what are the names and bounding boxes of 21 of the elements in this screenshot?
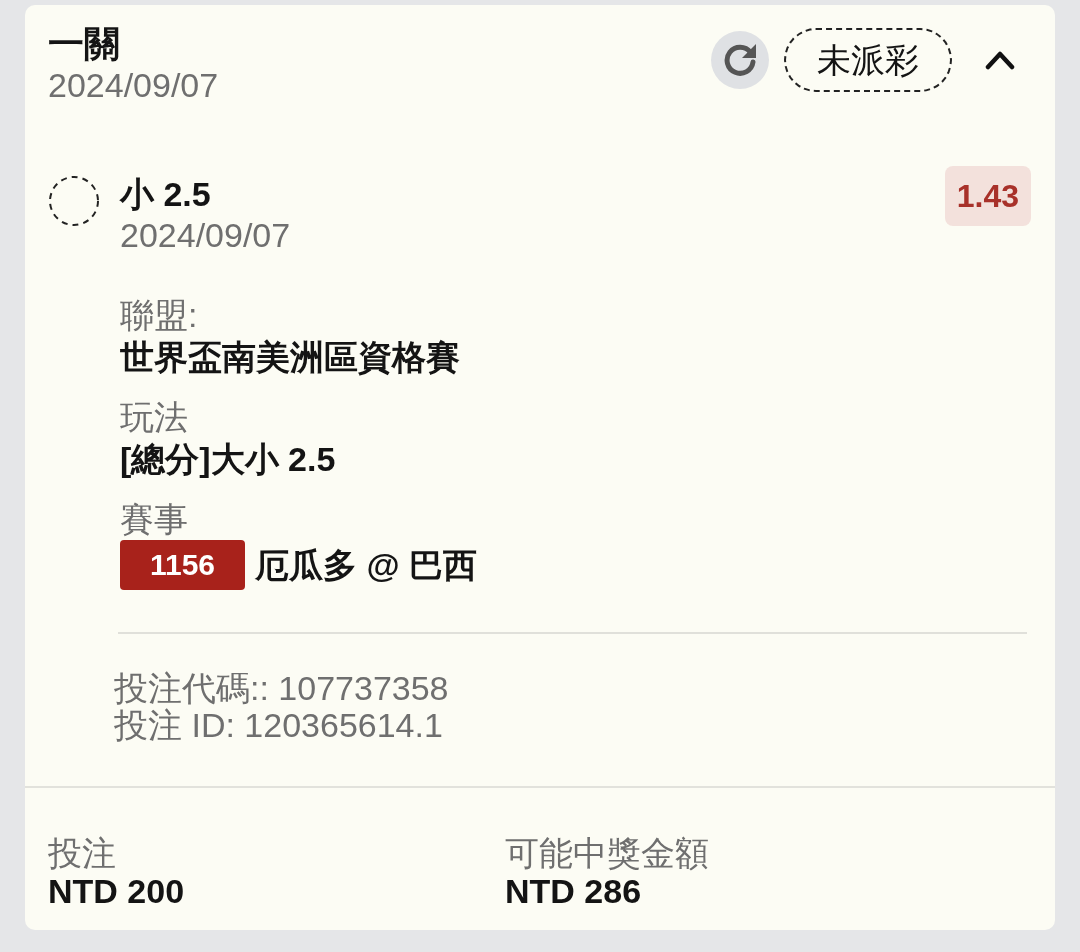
detail-label: 玩法 — [120, 397, 189, 438]
detail-label: 賽事 — [120, 499, 189, 540]
refresh-icon — [723, 43, 757, 77]
status-label: 未派彩 — [784, 28, 952, 92]
chevron-up-icon[interactable] — [985, 50, 1015, 70]
match-number-badge: 1156 — [120, 540, 245, 590]
odds-badge: 1.43 — [944, 166, 1031, 226]
selection-pick: 小 2.5 — [120, 174, 212, 215]
summary-label: 可能中獎金額 — [505, 834, 710, 872]
detail-value: [總分]大小 2.5 — [120, 439, 337, 480]
bet-reference: 投注 ID: 120365614.1 — [114, 707, 444, 744]
summary-amount: NTD 200 — [48, 872, 186, 910]
bet-date: 2024/09/07 — [48, 66, 219, 104]
summary-amount: NTD 286 — [505, 872, 643, 910]
detail-value: 世界盃南美洲區資格賽 — [120, 337, 461, 378]
bet-type-title: 一關 — [48, 22, 121, 66]
summary-label: 投注 — [48, 834, 117, 872]
detail-label: 聯盟: — [120, 295, 199, 336]
selection-date: 2024/09/07 — [120, 216, 292, 254]
match-name: 厄瓜多 @ 巴西 — [255, 545, 478, 586]
bet-reference: 投注代碼:: 107737358 — [114, 670, 450, 707]
